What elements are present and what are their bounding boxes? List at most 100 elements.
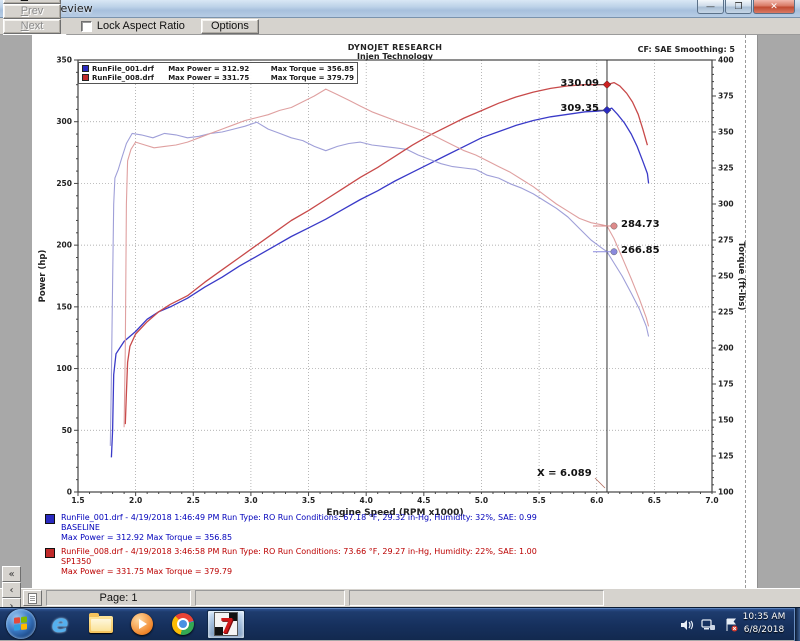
page-indicator: Page: 1 [46, 590, 191, 606]
media-player-icon [131, 613, 153, 635]
svg-text:7.0: 7.0 [705, 496, 718, 505]
run-info-line: BASELINE [61, 523, 745, 533]
prev-button: Prev [3, 4, 61, 19]
close-window-button[interactable]: ✕ [753, 0, 795, 14]
svg-text:6.0: 6.0 [590, 496, 603, 505]
svg-text:100: 100 [718, 488, 734, 497]
taskbar-clock[interactable]: 10:35 AM 6/8/2018 [738, 611, 790, 637]
options-button[interactable]: Options [201, 19, 259, 34]
print-page-button[interactable] [23, 590, 42, 606]
svg-text:200: 200 [56, 241, 72, 250]
show-desktop-button[interactable] [794, 608, 800, 641]
action-center-flag-icon[interactable] [723, 617, 738, 632]
status-panel [349, 590, 604, 606]
taskbar-item-chrome[interactable] [166, 610, 200, 639]
print-preview-window: 7 Print Preview — ❐ ✕ PrintPrevNextZoom … [0, 0, 800, 640]
svg-text:5.0: 5.0 [475, 496, 488, 505]
curve-runfile-008-drf-power [125, 83, 647, 425]
gridlines [78, 60, 712, 492]
taskbar-item-dynojet-active[interactable]: 7 [207, 610, 245, 639]
start-button[interactable] [6, 609, 36, 639]
svg-text:125: 125 [718, 452, 734, 461]
page-icon [28, 593, 37, 604]
legend-text: RunFile_008.drf [92, 74, 168, 82]
page-margin-guide [745, 35, 746, 588]
chart-header: DYNOJET RESEARCH Injen Technology [78, 43, 712, 61]
svg-text:4.0: 4.0 [360, 496, 373, 505]
svg-text:2.5: 2.5 [187, 496, 200, 505]
clock-time: 10:35 AM [738, 611, 790, 624]
title-bar[interactable]: 7 Print Preview — ❐ ✕ [0, 0, 800, 18]
curve-runfile-008-drf-torque [124, 89, 649, 427]
prev-page-button[interactable]: ‹ [2, 582, 21, 598]
run-info-line: Max Power = 312.92 Max Torque = 356.85 [61, 533, 745, 543]
axis-titles: Engine Speed (RPM x1000)Power (hp)Torque… [38, 242, 746, 518]
chart-subtitle: Injen Technology [78, 52, 712, 61]
point-label: 266.85 [621, 245, 660, 256]
plot-frame [78, 60, 712, 492]
minimize-button[interactable]: — [697, 0, 724, 14]
svg-text:300: 300 [718, 200, 734, 209]
chart-legend: RunFile_001.drfMax Power = 312.92Max Tor… [78, 62, 358, 84]
restore-button[interactable]: ❐ [725, 0, 752, 14]
svg-text:400: 400 [718, 56, 734, 65]
svg-text:5.5: 5.5 [532, 496, 545, 505]
legend-text: RunFile_001.drf [92, 65, 168, 73]
taskbar-item-internet-explorer[interactable]: e [43, 610, 77, 639]
lock-aspect-ratio-label: Lock Aspect Ratio [97, 20, 185, 32]
svg-text:350: 350 [56, 56, 72, 65]
svg-text:100: 100 [56, 364, 72, 373]
preview-page: 1.52.02.53.03.54.04.55.05.56.06.57.00501… [32, 35, 757, 588]
run-swatch-icon [45, 514, 55, 524]
svg-text:2.0: 2.0 [129, 496, 142, 505]
system-tray [679, 608, 738, 641]
dyno-chart: 1.52.02.53.03.54.04.55.05.56.06.57.00501… [32, 35, 757, 588]
run-info-line: Max Power = 331.75 Max Torque = 379.79 [61, 567, 745, 577]
svg-text:200: 200 [718, 344, 734, 353]
svg-text:150: 150 [718, 416, 734, 425]
taskbar: e 7 10:35 AM 6/8/2018 [0, 607, 800, 640]
chrome-icon [172, 613, 194, 635]
smoothing-note: CF: SAE Smoothing: 5 [638, 45, 735, 54]
svg-text:250: 250 [718, 272, 734, 281]
lock-aspect-ratio-checkbox[interactable]: Lock Aspect Ratio [81, 20, 185, 32]
point-label: 330.09 [560, 78, 599, 89]
curve-runfile-001-drf-torque [110, 122, 648, 446]
svg-text:1.5: 1.5 [71, 496, 84, 505]
network-icon[interactable] [701, 617, 716, 632]
next-button: Next [3, 19, 61, 34]
run-info-block: RunFile_008.drf - 4/19/2018 3:46:58 PM R… [45, 547, 745, 577]
run-info-line: RunFile_001.drf - 4/19/2018 1:46:49 PM R… [61, 513, 745, 523]
legend-row: RunFile_001.drfMax Power = 312.92Max Tor… [82, 64, 354, 73]
svg-text:Power (hp): Power (hp) [38, 250, 48, 303]
legend-text: Max Torque = 379.79 [271, 74, 354, 82]
volume-icon[interactable] [679, 617, 694, 632]
clock-date: 6/8/2018 [738, 624, 790, 637]
x-tick-labels: 1.52.02.53.03.54.04.55.05.56.06.57.0 [71, 496, 718, 505]
svg-text:225: 225 [718, 308, 734, 317]
internet-explorer-icon: e [52, 612, 69, 636]
status-bar: «‹›» Page: 1 [0, 588, 800, 607]
svg-text:6.5: 6.5 [648, 496, 661, 505]
run-swatch-icon [45, 548, 55, 558]
svg-text:3.5: 3.5 [302, 496, 315, 505]
run-info-block: RunFile_001.drf - 4/19/2018 1:46:49 PM R… [45, 513, 745, 543]
chart-title: DYNOJET RESEARCH [78, 43, 712, 52]
checkbox-icon[interactable] [81, 21, 92, 32]
legend-text: Max Power = 312.92 [168, 65, 271, 73]
taskbar-item-media-player[interactable] [125, 610, 159, 639]
legend-swatch-icon [82, 65, 89, 72]
dynojet-icon: 7 [214, 612, 238, 636]
run-info-footer: RunFile_001.drf - 4/19/2018 1:46:49 PM R… [45, 513, 745, 581]
windows-logo-icon [14, 616, 28, 631]
cursor-x-label: X = 6.089 [537, 468, 592, 479]
axis-ticks [74, 60, 716, 496]
taskbar-item-file-explorer[interactable] [84, 610, 118, 639]
legend-row: RunFile_008.drfMax Power = 331.75Max Tor… [82, 73, 354, 82]
svg-text:250: 250 [56, 179, 72, 188]
svg-text:350: 350 [718, 128, 734, 137]
svg-text:4.5: 4.5 [417, 496, 430, 505]
point-label: 284.73 [621, 219, 660, 230]
point-label: 309.35 [560, 103, 599, 114]
first-page-button[interactable]: « [2, 566, 21, 582]
